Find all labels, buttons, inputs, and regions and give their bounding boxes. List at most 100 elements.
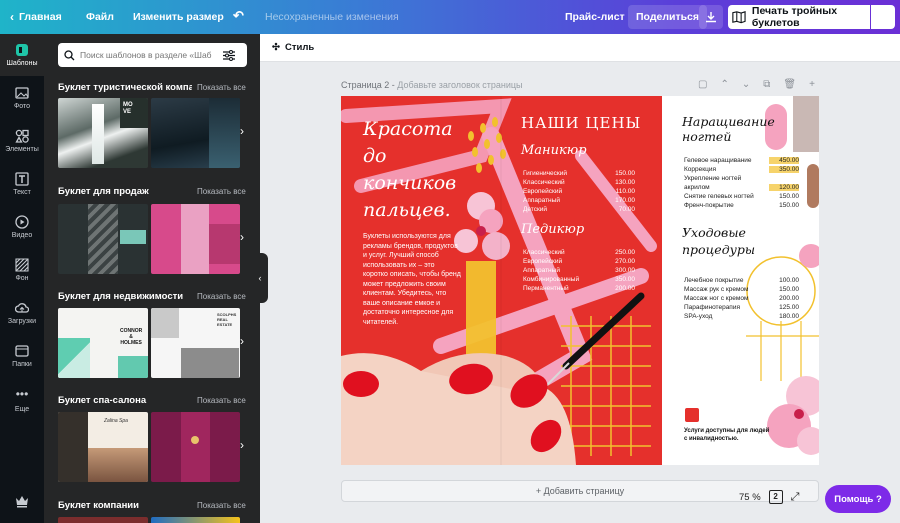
- file-menu[interactable]: Файл: [86, 11, 114, 23]
- trash-icon[interactable]: 🗑: [783, 79, 796, 90]
- price-row[interactable]: Европейский 270.00: [523, 258, 641, 265]
- extension-title[interactable]: Наращивание ногтей: [682, 114, 775, 144]
- service-name: Массаж ног с кремом: [684, 295, 749, 302]
- service-name: Лечебное покрытие: [684, 277, 744, 284]
- photo-icon: [15, 87, 29, 99]
- price-row[interactable]: Гелевое наращивание 450.00: [684, 157, 805, 164]
- chevron-right-icon[interactable]: ›: [240, 438, 244, 452]
- service-name: Коррекция: [684, 166, 716, 173]
- service-price: 150.00: [779, 193, 799, 200]
- duplicate-icon[interactable]: ⧉: [763, 79, 770, 90]
- rail-elements[interactable]: Элементы: [0, 129, 44, 153]
- price-row[interactable]: Классический 250.00: [523, 249, 641, 256]
- price-row[interactable]: Гигиенический 150.00: [523, 170, 641, 177]
- style-button[interactable]: ✣ Стиль: [272, 42, 314, 53]
- rail-text[interactable]: Текст: [0, 172, 44, 196]
- chevron-up-icon[interactable]: ⌃: [720, 79, 728, 90]
- note-icon[interactable]: ▢: [698, 79, 707, 90]
- price-list-title[interactable]: Прайс-лист: [565, 11, 625, 23]
- price-row[interactable]: Аппаратный 170.00: [523, 197, 641, 204]
- price-row[interactable]: Френч-покрытие 150.00: [684, 202, 805, 209]
- show-all-travel[interactable]: Показать все: [197, 83, 246, 92]
- resize-button[interactable]: Изменить размер: [133, 11, 224, 23]
- price-row[interactable]: Перманентный 200.00: [523, 285, 641, 292]
- price-row[interactable]: Массаж рук с кремом 150.00: [684, 286, 805, 293]
- service-name: Френч-покрытие: [684, 202, 734, 209]
- templates-icon: [16, 44, 28, 56]
- template-thumb[interactable]: [58, 517, 148, 523]
- plus-icon[interactable]: +: [809, 79, 815, 90]
- rail-uploads[interactable]: Загрузки: [0, 301, 44, 325]
- template-thumb[interactable]: [151, 98, 240, 168]
- undo-icon[interactable]: ↶: [233, 8, 244, 24]
- rail-templates[interactable]: Шаблоны: [0, 34, 44, 76]
- editor-toolbar: ✣ Стиль: [260, 34, 900, 62]
- template-search[interactable]: [58, 43, 247, 67]
- show-all-company[interactable]: Показать все: [197, 501, 246, 510]
- print-options-button[interactable]: ⌄: [871, 5, 895, 29]
- price-row[interactable]: Лечебное покрытие 100.00: [684, 277, 805, 284]
- template-thumb[interactable]: CONNOR & HOLMES: [58, 308, 148, 378]
- download-button[interactable]: [699, 5, 723, 29]
- template-thumb[interactable]: [151, 204, 240, 274]
- section-title-real-estate: Буклет для недвижимости: [58, 291, 184, 302]
- print-brochure-button[interactable]: Печать тройных буклетов: [728, 5, 870, 29]
- template-thumb[interactable]: Zalina Spa: [58, 412, 148, 482]
- show-all-real-estate[interactable]: Показать все: [197, 292, 246, 301]
- price-row[interactable]: Европейский 110.00: [523, 188, 641, 195]
- service-name: Комбинированный: [523, 276, 580, 283]
- price-row[interactable]: SPA-уход 180.00: [684, 313, 805, 320]
- chevron-right-icon[interactable]: ›: [240, 334, 244, 348]
- price-row[interactable]: Коррекция 350.00: [684, 166, 805, 173]
- rail-folders[interactable]: Папки: [0, 344, 44, 368]
- service-name: Аппаратный: [523, 267, 560, 274]
- price-row[interactable]: Парафинотерапия 125.00: [684, 304, 805, 311]
- zoom-level[interactable]: 75 %: [739, 492, 761, 503]
- collapse-panel-button[interactable]: ‹: [252, 253, 268, 303]
- manicure-title[interactable]: Маникюр: [521, 143, 587, 158]
- rail-background[interactable]: Фон: [0, 258, 44, 282]
- price-row[interactable]: Детский 70.00: [523, 206, 641, 213]
- rail-video[interactable]: Видео: [0, 215, 44, 239]
- page-count-button[interactable]: 2: [768, 490, 783, 504]
- service-name: Перманентный: [523, 285, 569, 292]
- price-row[interactable]: Снятие гелевых ногтей 150.00: [684, 193, 805, 200]
- price-row[interactable]: Массаж ног с кремом 200.00: [684, 295, 805, 302]
- template-thumb[interactable]: SCOLPHS REAL ESTATE: [151, 308, 240, 378]
- rail-more[interactable]: ••• Еще: [0, 388, 44, 413]
- price-row[interactable]: Комбинированный 350.00: [523, 276, 641, 283]
- template-thumb[interactable]: MO VE: [58, 98, 148, 168]
- prices-title[interactable]: НАШИ ЦЕНЫ: [521, 114, 641, 132]
- brochure-intro[interactable]: Буклеты используются для рекламы брендов…: [363, 232, 461, 327]
- elements-icon: [15, 129, 29, 143]
- price-row[interactable]: Укрепление ногтей: [684, 175, 805, 182]
- brochure-headline[interactable]: Красота до кончиков пальцев.: [363, 116, 456, 224]
- template-thumb[interactable]: [151, 517, 240, 523]
- background-icon: [15, 258, 29, 272]
- crown-icon[interactable]: [0, 494, 44, 511]
- template-thumb[interactable]: [58, 204, 148, 274]
- price-row[interactable]: Классический 130.00: [523, 179, 641, 186]
- filter-icon[interactable]: [223, 49, 235, 61]
- brochure-page[interactable]: Красота до кончиков пальцев. Буклеты исп…: [341, 96, 819, 465]
- share-button[interactable]: Поделиться: [628, 5, 708, 29]
- chevron-right-icon[interactable]: ›: [240, 124, 244, 138]
- template-thumb[interactable]: [151, 412, 240, 482]
- show-all-sales[interactable]: Показать все: [197, 187, 246, 196]
- page-title-input[interactable]: Добавьте заголовок страницы: [397, 80, 522, 90]
- search-input[interactable]: [80, 50, 218, 60]
- folder-icon: [15, 345, 29, 357]
- rail-photo[interactable]: Фото: [0, 86, 44, 110]
- fullscreen-icon[interactable]: ⤢: [791, 491, 800, 504]
- help-button[interactable]: Помощь ?: [825, 485, 891, 513]
- show-all-spa[interactable]: Показать все: [197, 396, 246, 405]
- chevron-right-icon[interactable]: ›: [240, 230, 244, 244]
- price-row[interactable]: Аппаратный 300.00: [523, 267, 641, 274]
- pedicure-title[interactable]: Педикюр: [521, 222, 584, 237]
- zoom-controls: 75 % 2 ⤢: [739, 490, 799, 504]
- accessibility-note[interactable]: Услуги доступны для людей с инвалидность…: [684, 427, 774, 443]
- chevron-down-icon[interactable]: ⌄: [742, 79, 750, 90]
- care-title[interactable]: Уходовые процедуры: [682, 224, 755, 258]
- home-button[interactable]: ‹ Главная: [10, 11, 62, 23]
- price-row[interactable]: акрилом 120.00: [684, 184, 805, 191]
